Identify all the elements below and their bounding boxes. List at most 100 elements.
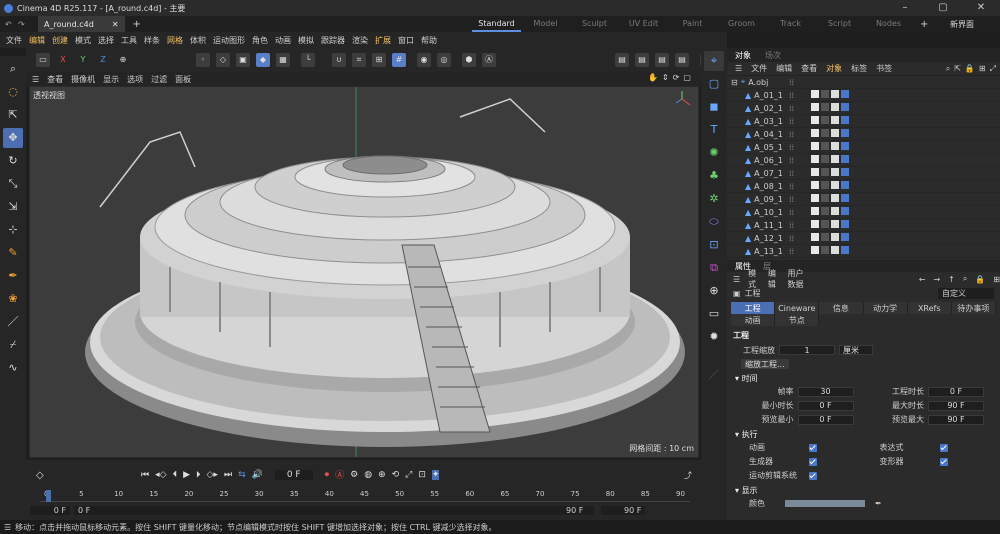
new-interface-button[interactable]: 新界面 (950, 19, 974, 30)
snap-grid-icon[interactable]: # (392, 53, 406, 67)
coordinate-system-icon[interactable]: ⊕ (116, 53, 130, 67)
object-menu-item[interactable]: 书签 (876, 63, 892, 74)
zoom-icon[interactable]: ⇕ (662, 73, 669, 82)
attribute-page-tab[interactable]: Cineware (775, 302, 820, 314)
magnet-icon[interactable]: ∪ (332, 53, 346, 67)
python-icon[interactable]: Ⓐ (482, 53, 496, 67)
material-tag-icon[interactable] (811, 90, 819, 98)
selection-tag-icon[interactable] (841, 168, 849, 176)
key-rotation-icon[interactable]: ⟲ (392, 470, 400, 480)
preview-max-field[interactable]: 90 F (928, 414, 984, 425)
uvw-tag-icon[interactable] (831, 116, 839, 124)
object-menu-item[interactable]: 文件 (751, 63, 767, 74)
hdri-icon[interactable]: ⬢ (462, 53, 476, 67)
texture-tag-icon[interactable] (821, 116, 829, 124)
document-tab[interactable]: A_round.c4d ✕ (38, 16, 125, 32)
uvw-tag-icon[interactable] (831, 155, 839, 163)
attribute-page-tab[interactable]: XRefs (907, 302, 952, 314)
uvw-tag-icon[interactable] (831, 168, 839, 176)
object-row[interactable]: ▲ A_07_1 ⁞⁞ (727, 167, 1000, 180)
polygons-mode-icon[interactable]: ▣ (236, 53, 250, 67)
object-row[interactable]: ▲ A_13_1 ⁞⁞ (727, 245, 1000, 258)
keyframe-icon[interactable]: ◇ (36, 470, 44, 481)
brush-icon[interactable]: ／ (3, 312, 23, 332)
menu-item[interactable]: 角色 (252, 35, 268, 46)
viewport-menu-item[interactable]: 选项 (127, 74, 143, 85)
texture-tag-icon[interactable] (821, 103, 829, 111)
go-to-start-icon[interactable]: ⏮ (141, 470, 149, 480)
visibility-dots-icon[interactable]: ⁞⁞ (789, 91, 794, 100)
visibility-dots-icon[interactable]: ⁞⁞ (789, 195, 794, 204)
scale-tool-icon[interactable]: ⤡ (3, 174, 23, 194)
texture-tag-icon[interactable] (821, 142, 829, 150)
object-row[interactable]: ▲ A_11_1 ⁞⁞ (727, 219, 1000, 232)
object-row[interactable]: ▲ A_03_1 ⁞⁞ (727, 115, 1000, 128)
material-tag-icon[interactable] (811, 246, 819, 254)
selection-tag-icon[interactable] (841, 116, 849, 124)
transform-tool-icon[interactable]: ⇲ (3, 197, 23, 217)
viewport-menu-item[interactable]: 摄像机 (71, 74, 95, 85)
attribute-page-tab[interactable]: 动力学 (863, 302, 908, 314)
uvw-tag-icon[interactable] (831, 233, 839, 241)
light-icon[interactable]: ✹ (704, 327, 724, 347)
pan-icon[interactable]: ✋ (648, 73, 658, 82)
uv-mode-icon[interactable]: ▦ (276, 53, 290, 67)
edges-mode-icon[interactable]: ◇ (216, 53, 230, 67)
go-to-end-icon[interactable]: ⏭ (224, 470, 232, 480)
menu-item[interactable]: 动画 (275, 35, 291, 46)
spline-shapes-icon[interactable]: ❀ (3, 289, 23, 309)
magnet-tool-icon[interactable]: ∿ (3, 358, 23, 378)
material-tag-icon[interactable] (811, 181, 819, 189)
perspective-viewport[interactable]: 透视视图 网格间距: 10 cm (29, 86, 699, 458)
minimize-button[interactable]: – (886, 0, 924, 16)
playhead[interactable] (46, 490, 51, 502)
uvw-tag-icon[interactable] (831, 90, 839, 98)
maximize-view-icon[interactable]: ▢ (683, 73, 691, 82)
attribute-menu-edit[interactable]: 编辑 (768, 268, 780, 290)
menu-item[interactable]: 体积 (190, 35, 206, 46)
viewport-menu-item[interactable]: 过滤 (151, 74, 167, 85)
object-manager-tab[interactable]: 场次 (765, 50, 781, 61)
prev-frame-icon[interactable]: ⏴ (173, 470, 178, 480)
nav-up-icon[interactable]: ↑ (948, 275, 955, 284)
object-menu-item[interactable]: 对象 (826, 63, 842, 74)
scale-project-button[interactable]: 缩放工程... (741, 359, 789, 369)
texture-tag-icon[interactable] (821, 168, 829, 176)
nav-back-icon[interactable]: ← (919, 275, 926, 284)
object-row[interactable]: ▲ A_10_1 ⁞⁞ (727, 206, 1000, 219)
attribute-page-tab[interactable]: 信息 (819, 302, 864, 314)
texture-tag-icon[interactable] (821, 181, 829, 189)
visibility-dots-icon[interactable]: ⁞⁞ (789, 143, 794, 152)
object-row[interactable]: ▲ A_09_1 ⁞⁞ (727, 193, 1000, 206)
eyedropper-icon[interactable]: ✒ (875, 499, 882, 508)
bend-icon[interactable]: ⬭ (704, 212, 724, 232)
knife-icon[interactable]: ⌿ (3, 335, 23, 355)
texture-tag-icon[interactable] (821, 129, 829, 137)
object-row[interactable]: ▲ A_02_1 ⁞⁞ (727, 102, 1000, 115)
collapse-exec-icon[interactable]: ▾ (735, 430, 739, 439)
placement-tool-icon[interactable]: ⊹ (3, 220, 23, 240)
null-object-icon[interactable]: ⌖ (704, 51, 724, 71)
object-row[interactable]: ▲ A_04_1 ⁞⁞ (727, 128, 1000, 141)
menu-item[interactable]: 样条 (144, 35, 160, 46)
menu-item[interactable]: 工具 (121, 35, 137, 46)
new-panel-icon[interactable]: ⊞ (993, 275, 1000, 284)
render-view-icon[interactable]: ▤ (615, 53, 629, 67)
play-icon[interactable]: ▶ (183, 470, 190, 480)
selection-tag-icon[interactable] (841, 194, 849, 202)
search-icon[interactable]: ⌕ (3, 59, 23, 79)
layout-tab-uv-edit[interactable]: UV Edit (619, 16, 668, 32)
object-manager-tab[interactable]: 对象 (735, 50, 751, 61)
symmetry-icon[interactable]: ⌗ (352, 53, 366, 67)
attribute-page-tab[interactable]: 工程 (731, 302, 776, 314)
field-icon[interactable]: ⊡ (704, 235, 724, 255)
preset-dropdown[interactable]: 自定义 (938, 287, 994, 299)
object-menu-item[interactable]: 编辑 (776, 63, 792, 74)
menu-item[interactable]: 窗口 (398, 35, 414, 46)
sound-icon[interactable]: 🔊 (252, 470, 263, 480)
text-icon[interactable]: T (704, 120, 724, 140)
orbit-icon[interactable]: ⟳ (673, 73, 680, 82)
layout-tab-paint[interactable]: Paint (668, 16, 717, 32)
material-tag-icon[interactable] (811, 142, 819, 150)
undo-toolbar-icon[interactable]: ▭ (36, 53, 50, 67)
